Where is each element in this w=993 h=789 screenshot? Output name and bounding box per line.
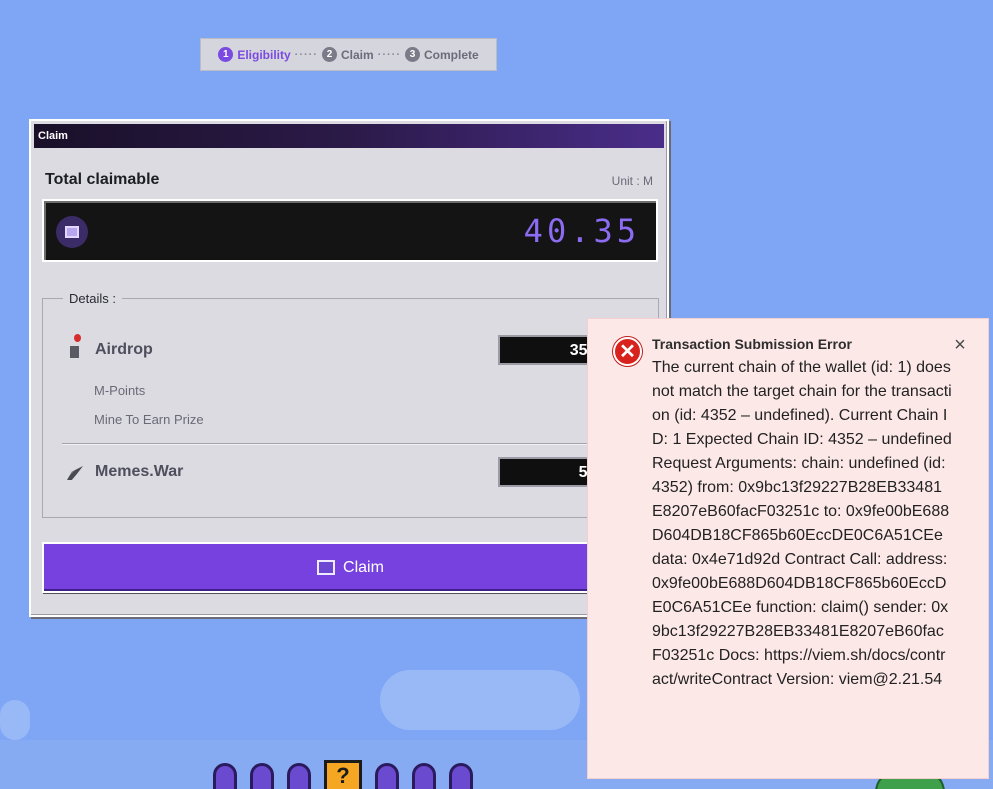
capsule-sprite — [250, 763, 274, 789]
m-points-label: M-Points — [94, 383, 146, 398]
toast-message: The current chain of the wallet (id: 1) … — [652, 359, 952, 688]
token-icon — [56, 216, 88, 248]
airdrop-row: Airdrop — [65, 334, 153, 360]
memes-war-row: Memes.War — [65, 462, 183, 482]
capsule-sprite — [449, 763, 473, 789]
close-icon[interactable]: × — [950, 335, 970, 355]
total-claimable-label: Total claimable — [45, 171, 160, 188]
step-label: Eligibility — [237, 47, 291, 62]
total-amount-value: 40.35 — [523, 212, 640, 250]
claim-window: Claim Total claimable Unit : M 40.35 Det… — [29, 119, 669, 617]
step-eligibility: 1 Eligibility — [218, 47, 291, 62]
progress-stepper: 1 Eligibility ····· 2 Claim ····· 3 Comp… — [200, 38, 497, 71]
details-panel: Details : Airdrop 35. M-Points 1 Mine To… — [42, 291, 659, 518]
claim-button[interactable]: Claim — [42, 542, 659, 593]
capsule-sprite — [213, 763, 237, 789]
token-icon — [317, 560, 336, 575]
step-complete: 3 Complete — [405, 47, 479, 62]
airdrop-value: 35. — [498, 335, 598, 365]
total-amount-display: 40.35 — [42, 199, 658, 262]
question-block-icon: ? — [324, 760, 362, 789]
memes-war-value: 5. — [498, 457, 598, 487]
details-divider — [62, 443, 652, 444]
toast-title: Transaction Submission Error — [652, 336, 852, 352]
error-toast: ✕ Transaction Submission Error The curre… — [587, 318, 989, 779]
step-number: 3 — [405, 47, 420, 62]
step-claim: 2 Claim — [321, 47, 374, 62]
capsule-sprite — [375, 763, 399, 789]
step-number: 1 — [218, 47, 234, 62]
capsule-sprite — [287, 763, 311, 789]
mine-to-earn-label: Mine To Earn Prize — [94, 412, 204, 427]
memes-war-sword-icon — [65, 462, 85, 482]
background-cloud — [380, 670, 580, 730]
background-cloud — [0, 700, 30, 740]
error-icon: ✕ — [613, 337, 642, 366]
step-separator: ····· — [294, 48, 318, 61]
claim-button-label: Claim — [343, 558, 384, 576]
capsule-sprite — [412, 763, 436, 789]
memes-war-label: Memes.War — [95, 463, 184, 480]
window-titlebar: Claim — [34, 124, 664, 148]
unit-label: Unit : M — [611, 174, 653, 188]
step-label: Complete — [424, 47, 479, 62]
step-label: Claim — [340, 47, 374, 62]
step-number: 2 — [321, 47, 337, 62]
airdrop-balloon-icon — [65, 334, 85, 360]
airdrop-label: Airdrop — [95, 341, 153, 358]
details-legend: Details : — [69, 291, 116, 306]
game-sprites-row: ? — [213, 760, 473, 789]
step-separator: ····· — [377, 48, 401, 61]
